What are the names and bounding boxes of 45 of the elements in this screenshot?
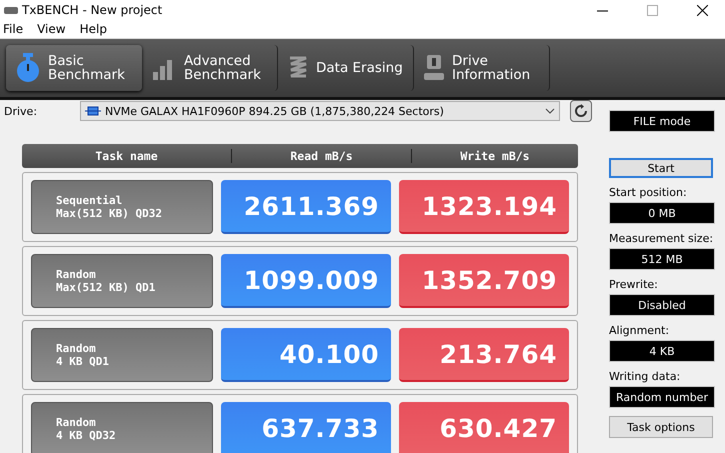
menu-item[interactable]: File: [3, 22, 24, 36]
task-options-button[interactable]: Task options: [609, 416, 713, 438]
table-header: Task name Read mB/s Write mB/s: [22, 144, 578, 168]
write-speed-value: 1352.709: [399, 254, 569, 308]
chevron-down-icon: [545, 108, 555, 114]
stopwatch-icon: [16, 53, 40, 83]
refresh-button[interactable]: [570, 100, 592, 122]
setting-label: Alignment:: [609, 324, 670, 337]
setting-value[interactable]: 512 MB: [609, 248, 715, 270]
setting-label: Start position:: [609, 186, 688, 199]
drive-icon: [85, 105, 101, 117]
window-title: TxBENCH - New project: [22, 3, 164, 17]
setting-value[interactable]: Random number: [609, 386, 715, 408]
setting-label: Measurement size:: [609, 232, 714, 245]
mode-display: FILE mode: [609, 110, 715, 132]
write-speed-value: 1323.194: [399, 180, 569, 234]
task-name-button[interactable]: Random 4 KB QD32: [31, 402, 213, 453]
drive-label: Drive:: [4, 104, 38, 118]
read-speed-value: 1099.009: [221, 254, 391, 308]
toolbar-tab[interactable]: Drive Information: [414, 45, 550, 91]
drive-icon: [424, 55, 444, 81]
task-name-button[interactable]: Random Max(512 KB) QD1: [31, 254, 213, 308]
setting-value[interactable]: 4 KB: [609, 340, 715, 362]
spring-icon: [288, 56, 308, 80]
menu-item[interactable]: View: [37, 22, 66, 36]
read-speed-value: 637.733: [221, 402, 391, 453]
toolbar-tab[interactable]: Advanced Benchmark: [142, 45, 278, 91]
close-icon[interactable]: [696, 4, 708, 16]
setting-label: Prewrite:: [609, 278, 659, 291]
menu-item[interactable]: Help: [80, 22, 107, 36]
toolbar-tab[interactable]: Data Erasing: [278, 45, 414, 91]
setting-value[interactable]: 0 MB: [609, 202, 715, 224]
read-speed-value: 2611.369: [221, 180, 391, 234]
drive-dropdown[interactable]: NVMe GALAX HA1F0960P 894.25 GB (1,875,380,224 Sectors): [80, 101, 560, 121]
refresh-icon: [574, 104, 588, 118]
task-name-button[interactable]: Random 4 KB QD1: [31, 328, 213, 382]
app-icon: [4, 4, 18, 16]
read-speed-value: 40.100: [221, 328, 391, 382]
setting-label: Writing data:: [609, 370, 682, 383]
task-name-button[interactable]: Sequential Max(512 KB) QD32: [31, 180, 213, 234]
write-speed-value: 630.427: [399, 402, 569, 453]
start-button[interactable]: Start: [609, 158, 713, 178]
setting-value[interactable]: Disabled: [609, 294, 715, 316]
toolbar-tab[interactable]: Basic Benchmark: [6, 45, 142, 91]
write-speed-value: 213.764: [399, 328, 569, 382]
